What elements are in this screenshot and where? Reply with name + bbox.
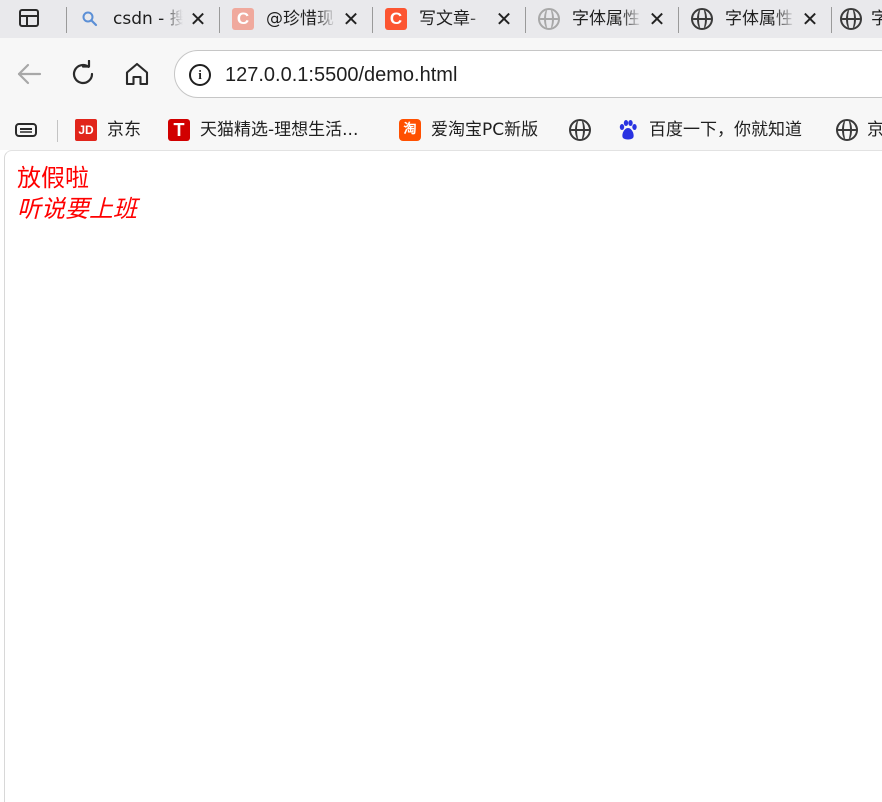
- back-button[interactable]: [13, 58, 45, 90]
- taobao-icon: 淘: [398, 118, 422, 142]
- reload-button[interactable]: [67, 58, 99, 90]
- tab-csdn-write[interactable]: C 写文章- ✕: [372, 4, 525, 34]
- tab-strip: csdn - 搜 ✕ C @珍惜现 ✕ C 写文章- ✕ 字体属性 ✕ 字体属性…: [0, 0, 882, 38]
- page-content: 放假啦 听说要上班: [4, 150, 882, 802]
- close-icon[interactable]: ✕: [647, 9, 667, 29]
- address-bar[interactable]: i 127.0.0.1:5500/demo.html: [174, 50, 882, 98]
- collections-icon: [15, 123, 37, 137]
- globe-icon: [839, 7, 863, 31]
- tab-separator: [66, 7, 67, 33]
- tab-csdn-profile[interactable]: C @珍惜现 ✕: [219, 4, 372, 34]
- search-icon: [78, 7, 102, 31]
- tab-font-properties-2[interactable]: 字体属性 ✕: [678, 4, 831, 34]
- tab-csdn-search[interactable]: csdn - 搜 ✕: [66, 4, 219, 34]
- url-text[interactable]: 127.0.0.1:5500/demo.html: [225, 63, 457, 87]
- close-icon[interactable]: ✕: [188, 9, 208, 29]
- reload-icon: [72, 60, 94, 85]
- tab-title: 字体属性: [572, 9, 640, 29]
- globe-icon: [835, 118, 859, 142]
- bookmark-label: 京东: [107, 120, 141, 140]
- tab-title: 写文章-: [419, 9, 477, 29]
- back-arrow-icon: [17, 63, 42, 85]
- tab-separator: [372, 7, 373, 33]
- baidu-icon: [616, 118, 640, 142]
- tab-separator: [219, 7, 220, 33]
- bookmark-label: 爱淘宝PC新版: [431, 120, 539, 140]
- tab-partial[interactable]: 字: [831, 4, 882, 34]
- tab-separator: [678, 7, 679, 33]
- vertical-tabs-button[interactable]: [10, 5, 48, 31]
- tab-separator: [831, 7, 832, 33]
- collections-button[interactable]: [14, 120, 40, 140]
- bookmark-globe[interactable]: [568, 110, 592, 150]
- bookmarks-bar: JD 京东 T 天猫精选-理想生活... 淘 爱淘宝PC新版 百度一下，你就知道…: [0, 110, 882, 150]
- bookmark-taobao[interactable]: 淘 爱淘宝PC新版: [398, 110, 538, 150]
- csdn-icon: C: [384, 7, 408, 31]
- bookmark-jd[interactable]: JD 京东: [74, 110, 141, 150]
- tab-font-properties[interactable]: 字体属性 ✕: [525, 4, 678, 34]
- close-icon[interactable]: ✕: [800, 9, 820, 29]
- bookmark-label: 百度一下，你就知道: [649, 120, 802, 140]
- bookmark-tmall[interactable]: T 天猫精选-理想生活...: [167, 110, 358, 150]
- text-line-2-italic: 听说要上班: [17, 195, 137, 223]
- tab-title: 字体属性: [725, 9, 793, 29]
- tab-title: @珍惜现: [266, 9, 334, 29]
- bookmark-partial[interactable]: 京: [835, 110, 882, 150]
- site-info-icon[interactable]: i: [189, 64, 211, 86]
- globe-icon: [537, 7, 561, 31]
- globe-icon: [568, 118, 592, 142]
- browser-toolbar: i 127.0.0.1:5500/demo.html: [0, 38, 882, 110]
- tab-actions-icon: [19, 9, 39, 27]
- bookmark-label: 天猫精选-理想生活...: [200, 120, 359, 140]
- text-line-1: 放假啦: [17, 164, 89, 192]
- close-icon[interactable]: ✕: [341, 9, 361, 29]
- bookmark-baidu[interactable]: 百度一下，你就知道: [616, 110, 802, 150]
- bookmark-label: 京: [867, 120, 882, 140]
- home-button[interactable]: [121, 58, 153, 90]
- bookmarks-divider: [57, 120, 58, 142]
- close-icon[interactable]: ✕: [494, 9, 514, 29]
- tab-title: 字: [871, 9, 882, 29]
- tab-separator: [525, 7, 526, 33]
- jd-icon: JD: [74, 118, 98, 142]
- home-icon: [125, 62, 149, 86]
- globe-icon: [690, 7, 714, 31]
- tmall-icon: T: [167, 118, 191, 142]
- csdn-icon: C: [231, 7, 255, 31]
- tab-title: csdn - 搜: [113, 9, 183, 29]
